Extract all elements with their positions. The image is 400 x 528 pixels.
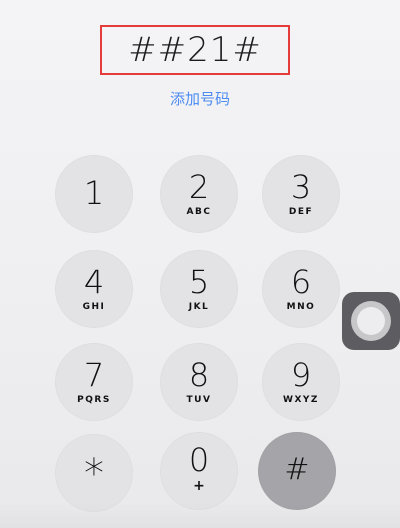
key-hash[interactable]: # — [258, 432, 336, 510]
key-digit: 0 — [188, 441, 210, 479]
key-letters: ABC — [186, 207, 212, 217]
key-1[interactable]: 1 — [55, 155, 133, 233]
key-star[interactable]: * — [55, 434, 133, 512]
dialed-number: ##21# — [128, 30, 262, 70]
key-2[interactable]: 2 ABC — [160, 155, 238, 233]
key-letters: MNO — [286, 302, 316, 312]
key-7[interactable]: 7 PQRS — [55, 343, 133, 421]
add-number-link[interactable]: 添加号码 — [0, 88, 400, 109]
key-3[interactable]: 3 DEF — [262, 155, 340, 233]
assistive-touch-core — [357, 307, 385, 335]
key-digit: 2 — [188, 168, 210, 206]
key-9[interactable]: 9 WXYZ — [262, 343, 340, 421]
key-digit: 9 — [290, 356, 312, 394]
key-4[interactable]: 4 GHI — [55, 250, 133, 328]
key-letters: JKL — [188, 302, 210, 312]
key-digit: 3 — [290, 168, 312, 206]
key-8[interactable]: 8 TUV — [160, 343, 238, 421]
key-0[interactable]: 0 + — [160, 432, 238, 510]
bottom-shade — [0, 502, 400, 528]
key-digit: 5 — [188, 263, 210, 301]
key-letters: DEF — [288, 207, 314, 217]
key-digit: 4 — [83, 263, 105, 301]
key-digit: 8 — [188, 356, 210, 394]
key-letters: GHI — [82, 302, 106, 312]
key-digit: * — [84, 451, 104, 497]
key-6[interactable]: 6 MNO — [262, 250, 340, 328]
key-5[interactable]: 5 JKL — [160, 250, 238, 328]
key-letters: PQRS — [77, 395, 111, 405]
key-digit: 6 — [290, 263, 312, 301]
key-digit: 7 — [83, 356, 105, 394]
assistive-touch-icon[interactable] — [342, 292, 400, 350]
key-letters: WXYZ — [283, 395, 319, 405]
key-digit: 1 — [83, 174, 105, 212]
key-digit: # — [284, 452, 310, 487]
key-letters: TUV — [186, 395, 212, 405]
key-letters: + — [193, 478, 205, 494]
